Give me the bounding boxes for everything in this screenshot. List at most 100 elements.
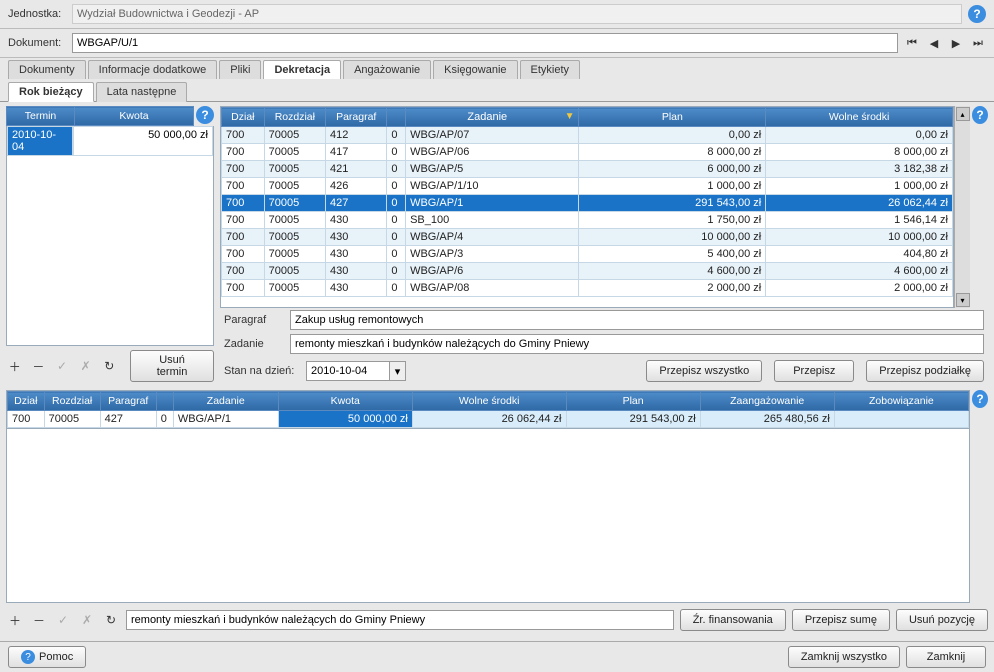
zadanie-field[interactable] xyxy=(290,334,984,354)
scroll-up-icon[interactable]: ▴ xyxy=(956,107,970,121)
usun-termin-button[interactable]: Usuń termin xyxy=(130,350,214,382)
dokument-field[interactable] xyxy=(72,33,898,53)
bottom-desc-field[interactable] xyxy=(126,610,674,630)
col-wolne: Wolne środki xyxy=(766,108,953,127)
cell-dzial: 700 xyxy=(222,178,265,195)
plan-row[interactable]: 700700054210WBG/AP/56 000,00 zł3 182,38 … xyxy=(222,161,953,178)
pomoc-button[interactable]: ? Pomoc xyxy=(8,646,86,668)
subtab-lata-następne[interactable]: Lata następne xyxy=(96,82,188,102)
cell-kwota: 50 000,00 zł xyxy=(278,411,412,428)
tab-dokumenty[interactable]: Dokumenty xyxy=(8,60,86,79)
plan-row[interactable]: 700700054260WBG/AP/1/101 000,00 zł1 000,… xyxy=(222,178,953,195)
tab-dekretacja[interactable]: Dekretacja xyxy=(263,60,341,79)
cell-plan: 2 000,00 zł xyxy=(579,280,766,297)
cancel-icon: ✗ xyxy=(77,357,95,375)
nav-last-icon[interactable]: ⏭ xyxy=(970,35,986,51)
cell-zad: WBG/AP/1 xyxy=(406,195,579,212)
cell-wol: 2 000,00 zł xyxy=(766,280,953,297)
cell-par: 412 xyxy=(326,127,387,144)
cell-n: 0 xyxy=(387,280,406,297)
cell-zob xyxy=(834,411,968,428)
refresh-icon[interactable]: ↻ xyxy=(102,611,120,629)
scrollbar[interactable]: ▴ ▾ xyxy=(954,106,970,308)
cell-paragraf: 427 xyxy=(100,411,156,428)
col-kwota: Kwota xyxy=(278,392,412,411)
subtab-rok-bieżący[interactable]: Rok bieżący xyxy=(8,82,94,102)
nav-prev-icon[interactable]: ◀ xyxy=(926,35,942,51)
zamknij-button[interactable]: Zamknij xyxy=(906,646,986,668)
col-n xyxy=(387,108,406,127)
nav-first-icon[interactable]: ⏮ xyxy=(904,35,920,51)
cell-wol: 10 000,00 zł xyxy=(766,229,953,246)
cell-dzial: 700 xyxy=(222,127,265,144)
plan-row[interactable]: 700700054300WBG/AP/64 600,00 zł4 600,00 … xyxy=(222,263,953,280)
stan-date-field[interactable] xyxy=(306,361,390,381)
scroll-down-icon[interactable]: ▾ xyxy=(956,293,970,307)
pomoc-label: Pomoc xyxy=(39,651,73,663)
cell-n: 0 xyxy=(387,127,406,144)
tab-etykiety[interactable]: Etykiety xyxy=(520,60,581,79)
help-icon[interactable]: ? xyxy=(972,106,988,124)
tab-angażowanie[interactable]: Angażowanie xyxy=(343,60,431,79)
cell-plan: 0,00 zł xyxy=(579,127,766,144)
cell-zad: WBG/AP/4 xyxy=(406,229,579,246)
remove-icon[interactable]: － xyxy=(30,611,48,629)
plan-row[interactable]: 700700054300SB_1001 750,00 zł1 546,14 zł xyxy=(222,212,953,229)
footer: ? Pomoc Zamknij wszystko Zamknij xyxy=(0,641,994,672)
cell-n: 0 xyxy=(156,411,173,428)
filter-icon[interactable]: ▼ xyxy=(565,111,575,122)
cell-par: 430 xyxy=(326,280,387,297)
cell-plan: 4 600,00 zł xyxy=(579,263,766,280)
plan-row[interactable]: 700700054300WBG/AP/410 000,00 zł10 000,0… xyxy=(222,229,953,246)
remove-icon[interactable]: － xyxy=(30,357,48,375)
cell-n: 0 xyxy=(387,212,406,229)
tab-informacje-dodatkowe[interactable]: Informacje dodatkowe xyxy=(88,60,218,79)
plan-row[interactable]: 700700054120WBG/AP/070,00 zł0,00 zł xyxy=(222,127,953,144)
przepisz-button[interactable]: Przepisz xyxy=(774,360,854,382)
col-rozdzial: Rozdział xyxy=(44,392,100,411)
cell-zad: WBG/AP/08 xyxy=(406,280,579,297)
zr-finansowania-button[interactable]: Źr. finansowania xyxy=(680,609,786,631)
jednostka-field xyxy=(72,4,962,24)
usun-pozycje-button[interactable]: Usuń pozycję xyxy=(896,609,988,631)
col-plan: Plan xyxy=(566,392,700,411)
cell-dzial: 700 xyxy=(222,229,265,246)
cell-par: 426 xyxy=(326,178,387,195)
cell-plan: 291 543,00 zł xyxy=(579,195,766,212)
cell-par: 417 xyxy=(326,144,387,161)
col-paragraf: Paragraf xyxy=(326,108,387,127)
termin-header-row: Termin Kwota xyxy=(7,107,194,126)
cell-n: 0 xyxy=(387,263,406,280)
cell-wol: 4 600,00 zł xyxy=(766,263,953,280)
nav-next-icon[interactable]: ▶ xyxy=(948,35,964,51)
cell-dzial: 700 xyxy=(222,161,265,178)
add-icon[interactable]: ＋ xyxy=(6,611,24,629)
add-icon[interactable]: ＋ xyxy=(6,357,24,375)
plan-row[interactable]: 700700054300WBG/AP/082 000,00 zł2 000,00… xyxy=(222,280,953,297)
cell-dzial: 700 xyxy=(222,246,265,263)
cell-n: 0 xyxy=(387,195,406,212)
help-icon[interactable]: ? xyxy=(196,106,214,124)
tab-księgowanie[interactable]: Księgowanie xyxy=(433,60,517,79)
przepisz-podzialke-button[interactable]: Przepisz podziałkę xyxy=(866,360,984,382)
plan-row[interactable]: 700700054300WBG/AP/35 400,00 zł404,80 zł xyxy=(222,246,953,263)
przepisz-wszystko-button[interactable]: Przepisz wszystko xyxy=(646,360,762,382)
cell-wol: 1 546,14 zł xyxy=(766,212,953,229)
chevron-down-icon[interactable]: ▾ xyxy=(390,361,406,381)
dek-row[interactable]: 700 70005 427 0 WBG/AP/1 50 000,00 zł 26… xyxy=(8,411,969,428)
plan-row[interactable]: 700700054270WBG/AP/1291 543,00 zł26 062,… xyxy=(222,195,953,212)
zamknij-wszystko-button[interactable]: Zamknij wszystko xyxy=(788,646,900,668)
plan-row[interactable]: 700700054170WBG/AP/068 000,00 zł8 000,00… xyxy=(222,144,953,161)
przepisz-sume-button[interactable]: Przepisz sumę xyxy=(792,609,890,631)
cell-rozdzial: 70005 xyxy=(264,195,325,212)
paragraf-label: Paragraf xyxy=(224,314,284,326)
paragraf-field[interactable] xyxy=(290,310,984,330)
help-icon[interactable]: ? xyxy=(972,390,988,408)
tab-pliki[interactable]: Pliki xyxy=(219,60,261,79)
termin-row[interactable]: 2010-10-04 50 000,00 zł xyxy=(7,126,213,156)
refresh-icon[interactable]: ↻ xyxy=(100,357,118,375)
termin-cell: 2010-10-04 xyxy=(7,126,73,156)
help-icon[interactable]: ? xyxy=(968,5,986,23)
cell-par: 427 xyxy=(326,195,387,212)
cell-par: 430 xyxy=(326,246,387,263)
